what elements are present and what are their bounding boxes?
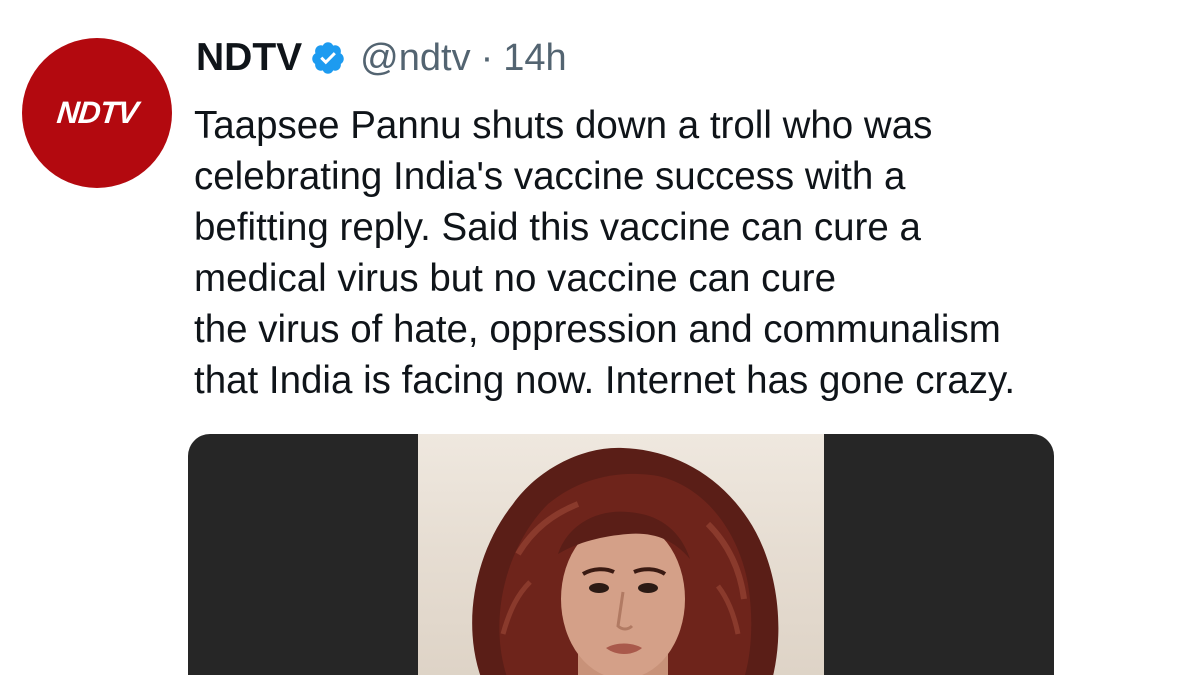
display-name[interactable]: NDTV [196, 36, 302, 80]
tweet-text-line: that India is facing now. Internet has g… [194, 359, 1016, 402]
tweet[interactable]: NDTV NDTV @ndtv · 14h Taapsee Pannu shut… [0, 0, 1200, 675]
avatar[interactable]: NDTV [22, 38, 172, 188]
tweet-text-line: celebrating India's vaccine success with… [194, 155, 906, 198]
tweet-text-line: medical virus but no vaccine can cure [194, 257, 836, 300]
tweet-text-line: befitting reply. Said this vaccine can c… [194, 206, 921, 249]
handle[interactable]: @ndtv [360, 37, 470, 80]
ndtv-logo: NDTV [55, 95, 140, 130]
timestamp[interactable]: 14h [503, 37, 566, 80]
tweet-text-line: Taapsee Pannu shuts down a troll who was [194, 104, 933, 147]
verified-badge-icon [310, 40, 346, 76]
tweet-media[interactable] [188, 434, 1054, 675]
tweet-header: NDTV @ndtv · 14h [196, 28, 567, 88]
separator-dot: · [480, 36, 494, 79]
portrait-photo [418, 434, 824, 675]
tweet-text-line: the virus of hate, oppression and commun… [194, 308, 1001, 351]
tweet-text: Taapsee Pannu shuts down a troll who was… [194, 100, 1184, 406]
